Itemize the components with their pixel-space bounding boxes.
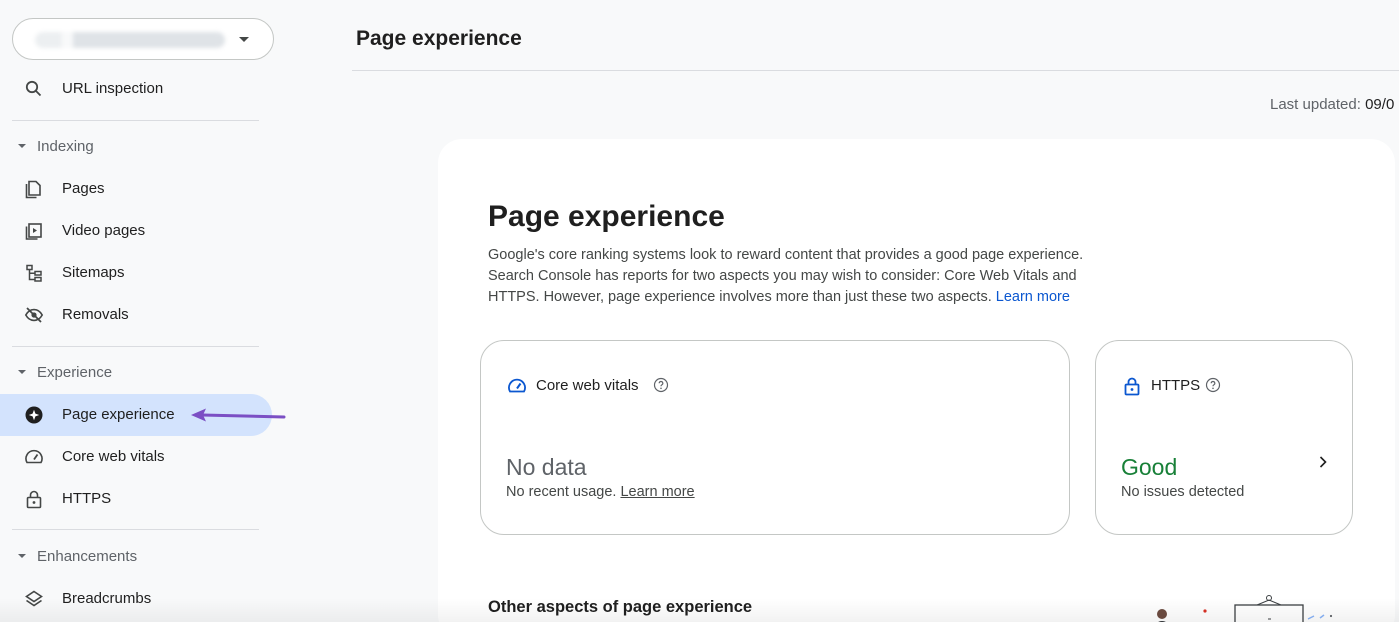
search-icon [25,80,42,97]
page-experience-card: Page experience Google's core ranking sy… [438,139,1395,622]
property-selector[interactable] [12,18,274,60]
card-title: Page experience [488,200,725,233]
section-label: Enhancements [37,548,138,565]
collapse-caret-icon [18,554,26,558]
last-updated-label: Last updated: [1270,96,1361,113]
section-label: Experience [37,364,113,381]
sidebar-item-label: HTTPS [62,490,112,507]
collapse-caret-icon [18,144,26,148]
https-card[interactable]: HTTPS Good No issues detected [1095,340,1353,535]
status-detail: No recent usage. Learn more [506,484,695,500]
lock-icon [26,490,42,509]
status-value: No data [506,454,587,480]
divider [12,120,259,121]
sidebar-item-video-pages[interactable]: Video pages [0,210,272,252]
sidebar-item-pages[interactable]: Pages [0,168,272,210]
divider [12,346,259,347]
status-detail: No issues detected [1121,484,1245,500]
page-experience-icon [25,406,43,424]
property-name-blurred [35,32,225,48]
illustration-icon [1157,595,1333,622]
sidebar-item-sitemaps[interactable]: Sitemaps [0,252,272,294]
sidebar-item-https[interactable]: HTTPS [0,478,272,520]
section-label: Indexing [37,138,94,155]
sidebar-item-core-web-vitals[interactable]: Core web vitals [0,436,272,478]
collapse-caret-icon [18,370,26,374]
sidebar: URL inspection Indexing Pages Video page… [0,0,290,622]
learn-more-link[interactable]: Learn more [620,484,694,500]
video-pages-icon [25,223,42,240]
status-value: Good [1121,454,1178,480]
speedometer-icon [508,378,526,393]
dropdown-caret-icon [239,37,249,42]
sidebar-item-label: Pages [62,180,105,197]
sidebar-item-url-inspection[interactable]: URL inspection [0,68,272,110]
sidebar-item-label: URL inspection [62,80,164,97]
card-title: Core web vitals [536,377,639,394]
pages-icon [25,180,41,199]
sidebar-item-label: Page experience [62,406,175,423]
sidebar-item-breadcrumbs[interactable]: Breadcrumbs [0,578,272,620]
sidebar-item-label: Breadcrumbs [62,590,152,607]
last-updated-value: 09/0 [1365,96,1395,113]
visibility-off-icon [24,307,44,323]
sidebar-item-label: Core web vitals [62,448,165,465]
core-web-vitals-card: Core web vitals No data No recent usage.… [480,340,1070,535]
status-detail-text: No recent usage. [506,484,617,500]
help-icon[interactable] [653,377,669,393]
sidebar-item-label: Removals [62,306,129,323]
other-aspects-heading: Other aspects of page experience [488,598,753,616]
learn-more-link[interactable]: Learn more [996,289,1070,305]
sidebar-item-label: Video pages [62,222,146,239]
sidebar-item-removals[interactable]: Removals [0,294,272,336]
description-text: Google's core ranking systems look to re… [488,247,1084,305]
lock-icon [1124,377,1140,396]
sitemap-icon [26,264,42,282]
last-updated: Last updated: 09/0 [1270,96,1394,113]
help-icon[interactable] [1205,377,1221,393]
card-title: HTTPS [1151,377,1201,394]
section-header-indexing[interactable]: Indexing [0,132,260,162]
page-title: Page experience [356,27,522,50]
annotation-arrow-icon [191,408,286,422]
section-header-experience[interactable]: Experience [0,358,260,388]
section-header-enhancements[interactable]: Enhancements [0,542,260,572]
header-divider [352,70,1399,71]
chevron-right-icon[interactable] [1316,455,1330,469]
speedometer-icon [25,449,43,464]
divider [12,529,259,530]
layers-icon [25,590,43,607]
card-description: Google's core ranking systems look to re… [488,245,1128,308]
sidebar-item-label: Sitemaps [62,264,125,281]
